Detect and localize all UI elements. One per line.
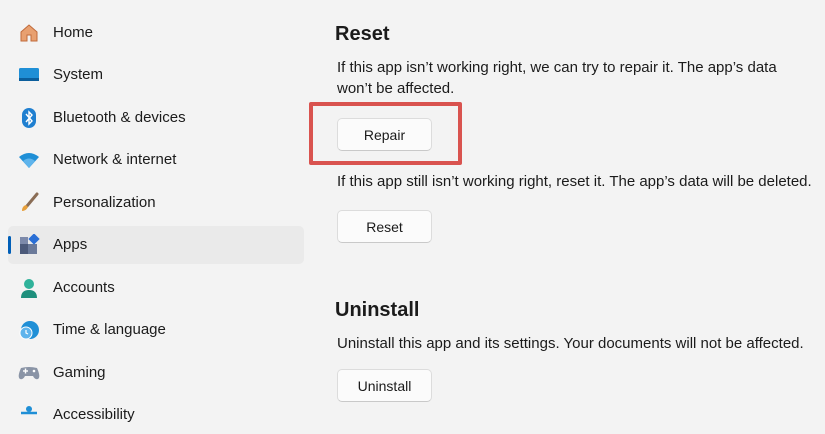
apps-icon <box>17 234 41 256</box>
sidebar: Home System Bluetooth & devices Network … <box>0 0 305 423</box>
accessibility-icon <box>17 404 41 426</box>
highlight-overlap <box>337 166 817 172</box>
reset-section-title: Reset <box>335 23 390 45</box>
sidebar-item-gaming[interactable]: Gaming <box>8 354 304 392</box>
sidebar-item-label: Personalization <box>53 194 156 211</box>
sidebar-item-time-language[interactable]: Time & language <box>8 311 304 349</box>
selection-indicator <box>8 236 11 254</box>
sidebar-item-label: System <box>53 66 104 83</box>
sidebar-item-label: Apps <box>53 236 88 253</box>
reset-button[interactable]: Reset <box>337 210 432 243</box>
uninstall-section-title: Uninstall <box>335 299 420 321</box>
brush-icon <box>17 192 41 214</box>
clock-globe-icon <box>17 319 41 341</box>
sidebar-item-accounts[interactable]: Accounts <box>8 269 304 307</box>
sidebar-item-label: Accessibility <box>53 406 135 423</box>
reset-description: If this app still isn’t working right, r… <box>337 173 812 190</box>
wifi-icon <box>17 149 41 171</box>
highlight-box <box>309 102 462 165</box>
system-icon <box>17 64 41 86</box>
sidebar-item-bluetooth[interactable]: Bluetooth & devices <box>8 99 304 137</box>
sidebar-item-label: Time & language <box>53 321 166 338</box>
uninstall-description: Uninstall this app and its settings. You… <box>337 335 804 352</box>
sidebar-item-label: Accounts <box>53 279 115 296</box>
sidebar-item-personalization[interactable]: Personalization <box>8 184 304 222</box>
sidebar-item-accessibility[interactable]: Accessibility <box>8 396 304 434</box>
account-icon <box>17 277 41 299</box>
main-content: Reset If this app isn’t working right, w… <box>305 0 825 412</box>
uninstall-button[interactable]: Uninstall <box>337 369 432 402</box>
sidebar-item-system[interactable]: System <box>8 56 304 94</box>
sidebar-item-label: Bluetooth & devices <box>53 109 186 126</box>
gamepad-icon <box>17 362 41 384</box>
home-icon <box>17 22 41 44</box>
sidebar-item-label: Home <box>53 24 94 41</box>
sidebar-item-apps[interactable]: Apps <box>8 226 304 264</box>
sidebar-item-network[interactable]: Network & internet <box>8 141 304 179</box>
sidebar-item-label: Network & internet <box>53 151 177 168</box>
sidebar-item-home[interactable]: Home <box>8 14 304 52</box>
repair-description: If this app isn’t working right, we can … <box>337 59 777 97</box>
sidebar-item-label: Gaming <box>53 364 106 381</box>
bluetooth-icon <box>17 107 41 129</box>
